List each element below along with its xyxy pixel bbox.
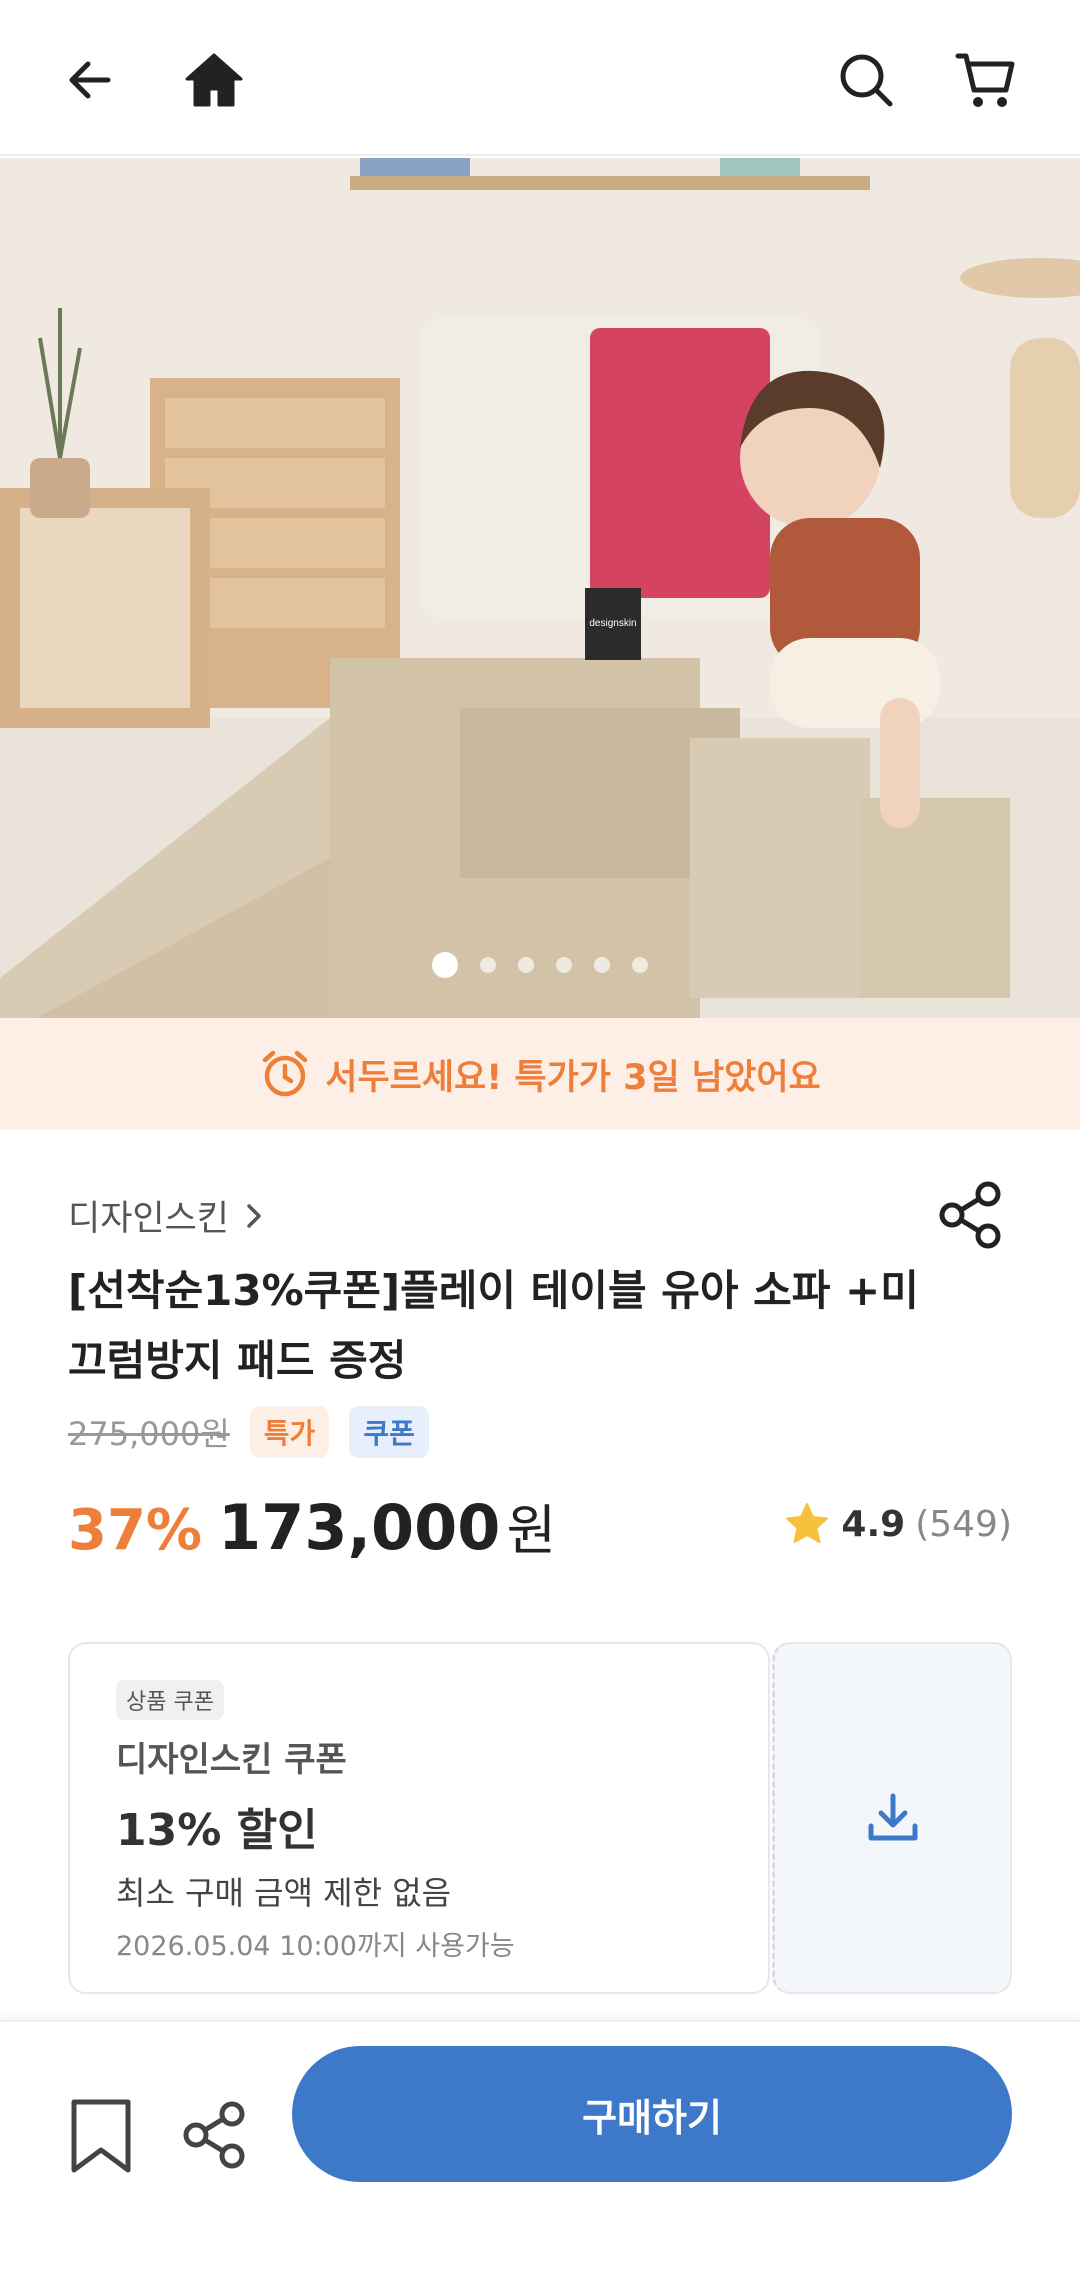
original-price: 275,000원 — [68, 1415, 230, 1453]
home-icon — [185, 53, 243, 107]
chevron-right-icon — [247, 1203, 261, 1228]
alarm-clock-icon — [263, 1050, 308, 1097]
price-row: 37% 173,000 원 — [68, 1486, 556, 1565]
carousel-dot[interactable] — [556, 957, 572, 973]
special-deal-tag: 특가 — [249, 1406, 330, 1458]
cart-button[interactable] — [950, 44, 1022, 116]
product-image-carousel[interactable]: designskin — [0, 158, 1080, 1018]
carousel-dot[interactable] — [480, 957, 496, 973]
carousel-dot[interactable] — [518, 957, 534, 973]
coupon-card: 상품 쿠폰 디자인스킨 쿠폰 13% 할인 최소 구매 금액 제한 없음 202… — [68, 1642, 1012, 1994]
coupon-condition: 최소 구매 금액 제한 없음 — [116, 1874, 452, 1912]
carousel-dot[interactable] — [594, 957, 610, 973]
review-count: (549) — [915, 1503, 1012, 1545]
deal-countdown-banner: 서두르세요! 특가가 3일 남았어요 — [0, 1018, 1080, 1130]
bottom-share-button[interactable] — [180, 2100, 250, 2170]
star-icon — [786, 1503, 829, 1543]
coupon-expiry: 2026.05.04 10:00까지 사용가능 — [116, 1931, 515, 1962]
coupon-tag: 쿠폰 — [349, 1406, 429, 1458]
download-icon — [868, 1793, 917, 1841]
coupon-discount: 13% 할인 — [116, 1805, 318, 1856]
coupon-download-button[interactable] — [772, 1642, 1012, 1994]
carousel-dot[interactable] — [632, 957, 648, 973]
back-button[interactable] — [54, 44, 126, 116]
bookmark-button[interactable] — [66, 2096, 136, 2176]
brand-link[interactable]: 디자인스킨 — [68, 1190, 265, 1241]
share-icon — [183, 2101, 245, 2169]
coupon-details: 상품 쿠폰 디자인스킨 쿠폰 13% 할인 최소 구매 금액 제한 없음 202… — [68, 1642, 770, 1994]
buy-button[interactable]: 구매하기 — [292, 2046, 1012, 2182]
product-photo: designskin — [0, 158, 1080, 1018]
product-title: [선착순13%쿠폰]플레이 테이블 유아 소파 +미끄럼방지 패드 증정 — [68, 1266, 919, 1385]
share-icon — [939, 1181, 1001, 1249]
share-button[interactable] — [936, 1180, 1006, 1250]
cart-icon — [955, 53, 1015, 107]
bottom-action-bar: 구매하기 — [0, 2020, 1080, 2270]
rating-summary[interactable]: 4.9 (549) — [783, 1500, 1012, 1548]
arrow-left-icon — [69, 61, 111, 99]
banner-text: 서두르세요! 특가가 3일 남았어요 — [325, 1057, 821, 1098]
bookmark-icon — [71, 2099, 131, 2173]
coupon-type-label: 상품 쿠폰 — [116, 1680, 224, 1720]
carousel-indicator — [0, 950, 1080, 980]
top-bar — [0, 0, 1080, 156]
search-icon — [840, 54, 893, 107]
brand-name: 디자인스킨 — [68, 1199, 230, 1239]
search-button[interactable] — [830, 44, 902, 116]
product-logo: designskin — [589, 618, 636, 629]
sale-price: 173,000 — [218, 1491, 501, 1564]
rating-value: 4.9 — [841, 1503, 906, 1545]
currency-unit: 원 — [506, 1499, 557, 1562]
discount-rate: 37% — [68, 1498, 203, 1563]
carousel-dot[interactable] — [432, 952, 458, 978]
price-meta-row: 275,000원 특가 쿠폰 — [68, 1406, 429, 1458]
home-button[interactable] — [178, 44, 250, 116]
coupon-brand: 디자인스킨 쿠폰 — [116, 1740, 347, 1780]
